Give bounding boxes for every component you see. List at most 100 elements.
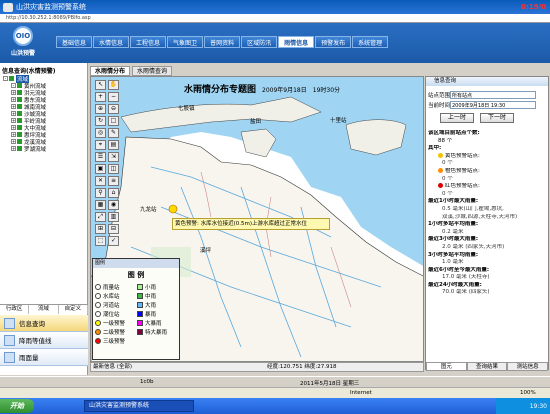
nav-item[interactable]: 区域防汛 — [241, 36, 278, 48]
nav-item[interactable]: 雨情信息 — [278, 36, 315, 48]
nav-item[interactable]: 基础信息 — [56, 36, 93, 48]
map-place-qigu: 七股镇 — [178, 106, 195, 112]
draw-tool-icon[interactable]: ✎ — [108, 128, 119, 138]
refresh-tool-icon[interactable]: ↻ — [95, 116, 106, 126]
expand-toggle-icon[interactable]: + — [11, 111, 16, 116]
left-menu-item[interactable]: 信息查询 — [0, 315, 88, 332]
main-nav: 基础信息 水情信息 工程信息 气象图卫 普网资料 区域防汛 雨情信息 预警发布 系统管理 — [56, 36, 389, 48]
basin-icon — [17, 104, 22, 109]
export-tool-icon[interactable]: ⇲ — [108, 152, 119, 162]
tree-item-label: 罗湖流域 — [24, 146, 47, 153]
expand-toggle-icon[interactable]: + — [11, 104, 16, 109]
basin-icon — [9, 76, 14, 81]
stats-text: 最近3小时最大雨量: — [428, 236, 479, 243]
left-menu: 信息查询 降雨等值线 雨面量 — [0, 315, 88, 366]
legend-swatch — [95, 284, 101, 290]
add-tool-icon[interactable]: ⊞ — [95, 224, 106, 234]
grid-tool-icon[interactable]: ▦ — [95, 200, 106, 210]
stats-text: 双溪,沙城,四源,天柱寺,天河市) — [442, 213, 518, 220]
locate-tool-icon[interactable]: ◎ — [95, 128, 106, 138]
stats-line: 3小时多站平均雨量: — [428, 252, 548, 260]
expand-tool-icon[interactable]: ⤢ — [95, 212, 106, 222]
warning-station-marker[interactable] — [168, 204, 178, 214]
stats-line: 最近3小时最大雨量: — [428, 236, 548, 244]
zoom-out-box-tool-icon[interactable]: ⊖ — [108, 104, 119, 114]
frame-tool-icon[interactable]: ⬚ — [95, 236, 106, 246]
start-button[interactable]: 开始 — [0, 399, 34, 413]
stats-text: 最近6小时至今最大雨量: — [428, 266, 490, 273]
legend-item: 大雨 — [137, 301, 177, 309]
home-tool-icon[interactable]: ⌂ — [108, 188, 119, 198]
expand-toggle-icon[interactable]: - — [11, 83, 16, 88]
expand-toggle-icon[interactable]: - — [3, 76, 8, 81]
left-tab[interactable]: 自定义 — [59, 305, 88, 314]
list-tool-icon[interactable]: ☰ — [95, 152, 106, 162]
expand-toggle-icon[interactable]: + — [11, 118, 16, 123]
clear-tool-icon[interactable]: ✕ — [95, 176, 106, 186]
remove-tool-icon[interactable]: ⊟ — [108, 224, 119, 234]
map-place-xiping: 溪坪 — [200, 248, 212, 254]
legend-label: 大暴雨 — [145, 321, 162, 327]
measure-tool-icon[interactable]: ⌖ — [95, 140, 106, 150]
legend-label: 河道站 — [103, 303, 120, 309]
legend-label: 特大暴雨 — [145, 330, 168, 336]
map-time: 19时30分 — [312, 87, 341, 94]
table-tool-icon[interactable]: ▥ — [108, 212, 119, 222]
next-hour-button[interactable]: 下一时 — [480, 113, 514, 123]
left-tab[interactable]: 行政区 — [0, 305, 30, 314]
legend-tool-icon[interactable]: ≡ — [108, 176, 119, 186]
ie-zoom[interactable]: 100% — [520, 390, 536, 396]
expand-toggle-icon[interactable]: + — [11, 132, 16, 137]
app-logo: OIO 山洪预警 — [3, 26, 43, 60]
expand-toggle-icon[interactable]: + — [11, 139, 16, 144]
address-bar[interactable]: http://10.30.252.1:8089/PBIfo.asp — [0, 14, 550, 23]
nav-item[interactable]: 水情信息 — [93, 36, 130, 48]
expand-toggle-icon[interactable]: + — [11, 97, 16, 102]
confirm-tool-icon[interactable]: ✓ — [108, 236, 119, 246]
stats-text: 0 个 — [442, 175, 453, 182]
right-tab[interactable]: 查询结果 — [466, 362, 508, 371]
zoom-in-tool-icon[interactable]: + — [95, 92, 106, 102]
right-tab[interactable]: 测站信息 — [507, 362, 549, 371]
select-tool-icon[interactable]: □ — [108, 116, 119, 126]
fullextent-tool-icon[interactable]: ▣ — [95, 164, 106, 174]
map-tab[interactable]: 水雨情查询 — [132, 66, 173, 76]
stats-line: 红色预警站点: — [428, 183, 548, 191]
pan-tool-icon[interactable]: ✋ — [108, 80, 119, 90]
station-select[interactable] — [450, 91, 536, 99]
prev-hour-button[interactable]: 上一时 — [440, 113, 474, 123]
legend-swatch — [95, 311, 101, 317]
address-url[interactable]: http://10.30.252.1:8089/PBIfo.asp — [6, 15, 91, 21]
zoom-out-tool-icon[interactable]: − — [108, 92, 119, 102]
right-tab[interactable]: 图元 — [426, 362, 467, 371]
expand-toggle-icon[interactable]: + — [11, 146, 16, 151]
pointer-tool-icon[interactable]: ↖ — [95, 80, 106, 90]
zoom-in-box-tool-icon[interactable]: ⊕ — [95, 104, 106, 114]
layer-tool-icon[interactable]: ▤ — [108, 140, 119, 150]
nav-item[interactable]: 气象图卫 — [167, 36, 204, 48]
split-tool-icon[interactable]: ◫ — [108, 164, 119, 174]
nav-item[interactable]: 预警发布 — [315, 36, 352, 48]
expand-toggle-icon[interactable]: + — [11, 125, 16, 130]
stats-line: 2.0 毫米 (四家头,天河市) — [428, 244, 548, 252]
time-label: 当前时间 — [428, 103, 451, 109]
tree-item[interactable]: + 罗湖流域 — [3, 145, 87, 153]
map-toolbar: ↖ ✋ + − ⊕ ⊖ ↻ □ ◎ ✎ ⌖ ▤ ☰ ⇲ ▣ ◫ ✕ ≡ ⚲ ⌂ ▦ ◉ ⤢ ▥ ⊞ ⊟ ⬚ ✓ — [95, 80, 121, 256]
left-menu-item[interactable]: 雨面量 — [0, 349, 88, 366]
focus-tool-icon[interactable]: ◉ — [108, 200, 119, 210]
time-field[interactable] — [450, 101, 536, 109]
station-label: 站点范围 — [428, 93, 451, 99]
left-tab[interactable]: 流域 — [29, 305, 59, 314]
expand-toggle-icon[interactable]: + — [11, 90, 16, 95]
nav-item[interactable]: 普网资料 — [204, 36, 241, 48]
basin-icon — [17, 118, 22, 123]
map-place-yantian: 盐田 — [250, 119, 262, 125]
left-menu-item[interactable]: 降雨等值线 — [0, 332, 88, 349]
nav-item[interactable]: 工程信息 — [130, 36, 167, 48]
nav-item[interactable]: 系统管理 — [352, 36, 389, 48]
stats-list: 该区域目前站点个数: 88 个其中: 黄色预警站点: 0 个橙色预警站点: 0 个红色预… — [428, 130, 548, 297]
search-tool-icon[interactable]: ⚲ — [95, 188, 106, 198]
taskbar-app-button[interactable]: 山洪灾害监测预警系统 — [84, 400, 194, 412]
stats-text: 2.0 毫米 (四家头,天河市) — [442, 243, 505, 250]
map-tab[interactable]: 水雨情分布 — [90, 66, 131, 76]
